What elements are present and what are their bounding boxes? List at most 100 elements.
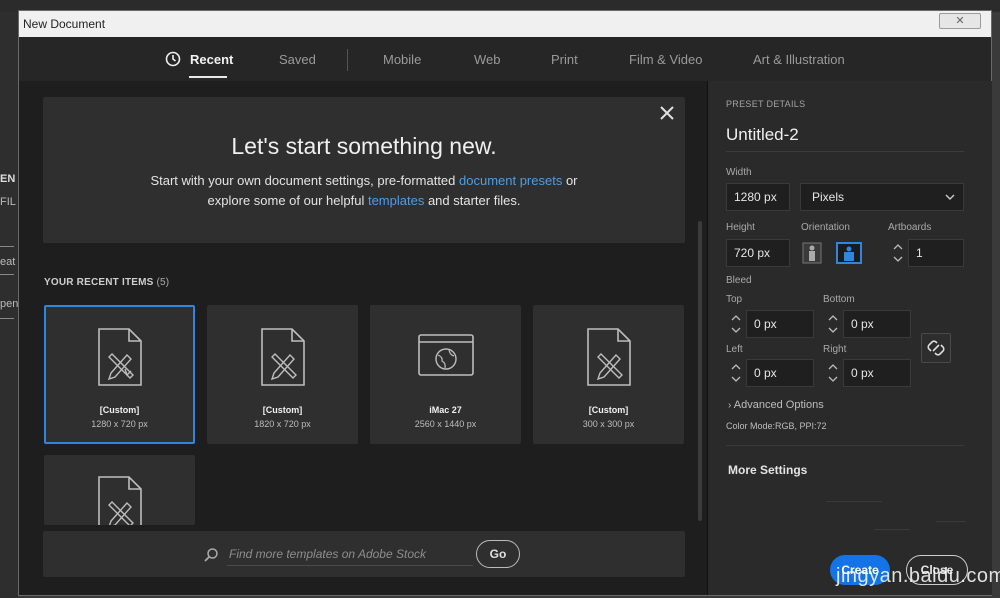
stock-search-input[interactable] (227, 543, 473, 566)
divider (874, 529, 910, 530)
bleed-top-input[interactable]: 0 px (746, 310, 814, 338)
artboards-input[interactable]: 1 (908, 239, 964, 267)
background-text: pen (0, 298, 19, 310)
go-button[interactable]: Go (476, 540, 520, 568)
recent-item-dimensions: 300 x 300 px (582, 419, 635, 429)
tab-web[interactable]: Web (474, 52, 501, 67)
document-name-field[interactable]: Untitled-2 (726, 125, 799, 145)
window-title: New Document (23, 17, 106, 31)
recent-item-name: iMac 27 (429, 405, 462, 415)
scrollbar[interactable] (698, 221, 702, 521)
tab-art-illustration[interactable]: Art & Illustration (753, 52, 845, 67)
landscape-orientation-icon[interactable] (836, 241, 862, 265)
new-document-dialog: New Document ✕ Recent Saved Mobile Web P… (18, 10, 1000, 596)
recent-item[interactable]: [Custom] 1820 x 720 px (207, 305, 358, 444)
advanced-options-toggle[interactable]: › Advanced Options (728, 399, 824, 411)
document-presets-link[interactable]: document presets (459, 173, 562, 188)
bleed-left-stepper[interactable] (728, 359, 744, 387)
bleed-label: Bleed (726, 275, 752, 286)
document-icon (260, 328, 305, 386)
search-icon (204, 548, 218, 562)
background-divider (0, 274, 14, 275)
recent-item-name: [Custom] (99, 405, 140, 415)
welcome-text-part: explore some of our helpful (207, 193, 368, 208)
recent-count: (5) (156, 277, 170, 288)
document-icon (586, 328, 631, 386)
units-select[interactable]: Pixels (800, 183, 964, 211)
width-label: Width (726, 167, 752, 178)
bleed-top-stepper[interactable] (728, 310, 744, 338)
orientation-label: Orientation (801, 222, 850, 233)
tab-film-video[interactable]: Film & Video (629, 52, 702, 67)
height-input[interactable]: 720 px (726, 239, 790, 267)
close-button[interactable]: Close (906, 555, 968, 585)
active-tab-indicator (189, 76, 227, 78)
preset-details-panel: PRESET DETAILS Untitled-2 Width 1280 px … (707, 81, 1000, 595)
bleed-right-label: Right (823, 344, 847, 355)
background-divider (0, 246, 14, 247)
welcome-title: Let's start something new. (231, 133, 497, 159)
background-text: FIL (0, 196, 16, 208)
divider (826, 501, 882, 502)
divider (936, 521, 966, 522)
artboards-stepper[interactable] (890, 239, 906, 267)
portrait-orientation-icon[interactable] (802, 242, 822, 264)
artboards-label: Artboards (888, 222, 932, 233)
window-close-button[interactable]: ✕ (939, 13, 981, 29)
more-settings-button[interactable]: More Settings (728, 463, 807, 477)
welcome-text: Start with your own document settings, p… (43, 171, 685, 211)
tab-mobile[interactable]: Mobile (383, 52, 421, 67)
recent-item-dimensions: 1280 x 720 px (91, 419, 148, 429)
recent-item-name: [Custom] (588, 405, 629, 415)
recent-item-dimensions: 2560 x 1440 px (414, 419, 477, 429)
bleed-right-input[interactable]: 0 px (843, 359, 911, 387)
web-icon (417, 334, 474, 376)
create-button[interactable]: Create (830, 555, 890, 585)
tab-divider (347, 49, 348, 71)
bleed-bottom-input[interactable]: 0 px (843, 310, 911, 338)
bleed-left-input[interactable]: 0 px (746, 359, 814, 387)
close-icon[interactable] (657, 103, 677, 123)
recent-item-dimensions: 1820 x 720 px (254, 419, 311, 429)
recent-item[interactable]: [Custom] 1280 x 720 px (44, 305, 195, 444)
bleed-right-stepper[interactable] (825, 359, 841, 387)
preset-details-heading: PRESET DETAILS (726, 99, 806, 109)
welcome-text-part: or (562, 173, 578, 188)
background-divider (0, 318, 14, 319)
welcome-text-part: Start with your own document settings, p… (150, 173, 459, 188)
advanced-options-label: Advanced Options (733, 399, 824, 411)
background-text: eat (0, 256, 16, 268)
recent-item[interactable]: [Custom] 300 x 300 px (533, 305, 684, 444)
recent-items-heading: YOUR RECENT ITEMS (5) (44, 277, 169, 288)
recent-item[interactable]: iMac 27 2560 x 1440 px (370, 305, 521, 444)
clock-icon (165, 51, 181, 67)
chevron-down-icon (945, 194, 955, 200)
category-tabs: Recent Saved Mobile Web Print Film & Vid… (19, 37, 991, 81)
units-value: Pixels (812, 190, 845, 204)
welcome-text-part: and starter files. (424, 193, 521, 208)
background-text: EN (0, 173, 16, 185)
document-icon (97, 328, 142, 386)
chevron-right-icon: › (728, 400, 732, 411)
document-icon (97, 476, 142, 525)
tab-recent[interactable]: Recent (190, 52, 233, 67)
tab-print[interactable]: Print (551, 52, 578, 67)
recent-heading-label: YOUR RECENT ITEMS (44, 277, 154, 288)
welcome-banner: Let's start something new. Start with yo… (43, 97, 685, 243)
divider (726, 445, 964, 446)
title-bar: New Document ✕ (19, 11, 991, 37)
recent-item-name: [Custom] (262, 405, 303, 415)
bleed-left-label: Left (726, 344, 743, 355)
templates-link[interactable]: templates (368, 193, 424, 208)
link-bleed-button[interactable] (921, 333, 951, 363)
templates-pane: Let's start something new. Start with yo… (19, 81, 706, 595)
chain-link-icon (927, 340, 945, 356)
width-input[interactable]: 1280 px (726, 183, 790, 211)
height-label: Height (726, 222, 755, 233)
recent-item[interactable] (44, 455, 195, 525)
bleed-bottom-stepper[interactable] (825, 310, 841, 338)
name-underline (726, 151, 964, 152)
tab-saved[interactable]: Saved (279, 52, 316, 67)
color-mode-summary: Color Mode:RGB, PPI:72 (726, 421, 827, 431)
bleed-bottom-label: Bottom (823, 294, 855, 305)
